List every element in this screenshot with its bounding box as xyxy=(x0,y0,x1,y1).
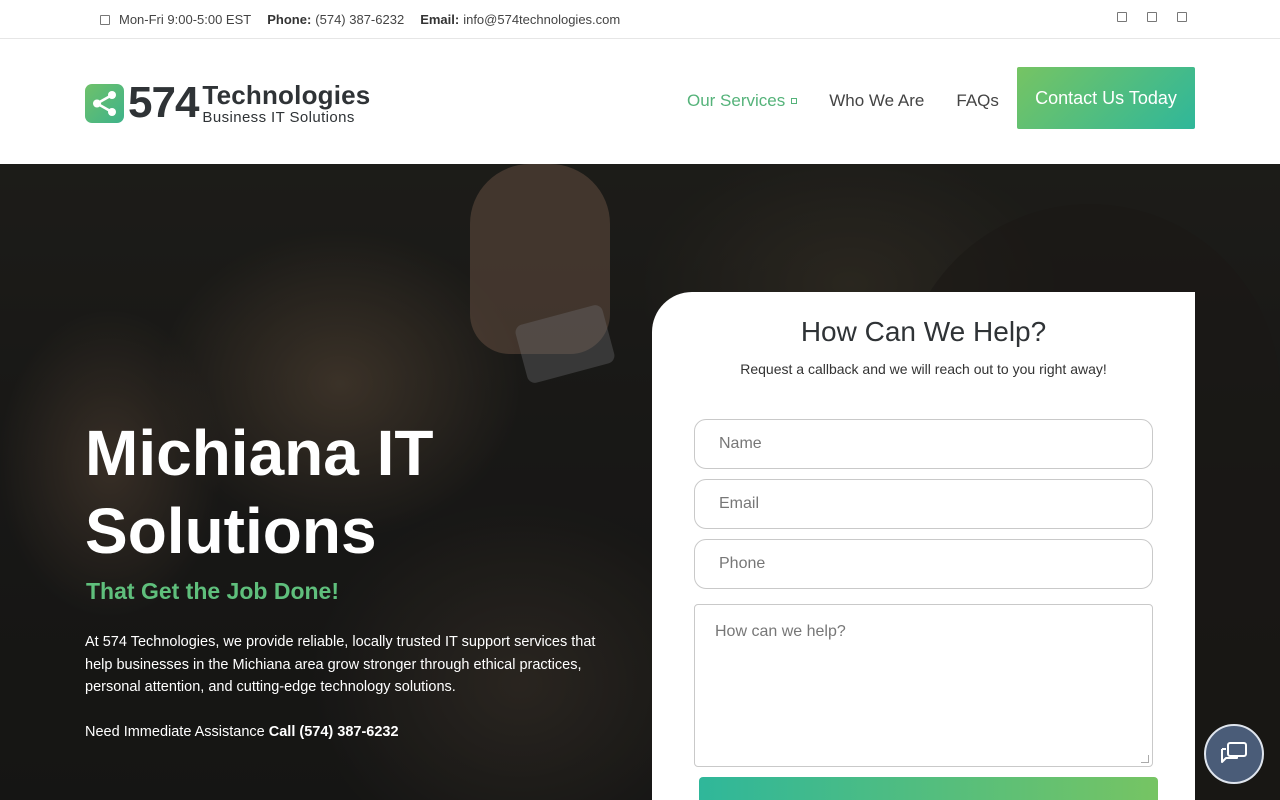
need-assistance-text: Need Immediate Assistance xyxy=(85,724,265,740)
phone-info[interactable]: Phone: (574) 387-6232 xyxy=(267,12,404,27)
logo-name: Technologies xyxy=(202,79,371,110)
call-link[interactable]: Call (574) 387-6232 xyxy=(269,724,399,740)
linkedin-icon[interactable] xyxy=(1147,12,1157,22)
share-icon xyxy=(85,83,124,123)
nav-our-services-label: Our Services xyxy=(687,91,786,110)
nav-who-we-are[interactable]: Who We Are xyxy=(829,91,924,111)
form-title: How Can We Help? xyxy=(800,316,1047,347)
logo-tagline: Business IT Solutions xyxy=(202,108,355,126)
facebook-icon[interactable] xyxy=(1117,12,1127,22)
message-placeholder: How can we help? xyxy=(715,623,846,640)
hours-text: Mon-Fri 9:00-5:00 EST xyxy=(119,12,252,27)
chat-button[interactable] xyxy=(1204,724,1264,784)
submit-button[interactable] xyxy=(699,777,1158,800)
nav-our-services[interactable]: Our Services xyxy=(687,91,798,111)
callback-form-card: How Can We Help? Request a callback and … xyxy=(652,292,1195,800)
hero-paragraph: At 574 Technologies, we provide reliable… xyxy=(85,634,596,695)
chevron-down-icon xyxy=(791,98,798,104)
clock-icon xyxy=(100,14,110,25)
phone-number[interactable]: (574) 387-6232 xyxy=(315,12,404,27)
resize-handle[interactable] xyxy=(1141,755,1149,763)
top-info-bar: Mon-Fri 9:00-5:00 EST Phone: (574) 387-6… xyxy=(0,0,1280,39)
hero-title: Michiana IT Solutions xyxy=(85,417,434,567)
name-field[interactable]: Name xyxy=(694,419,1153,469)
email-field[interactable]: Email xyxy=(694,479,1153,529)
form-subtitle: Request a callback and we will reach out… xyxy=(740,361,1107,377)
hero-tagline: That Get the Job Done! xyxy=(86,578,339,604)
hero-call-line: Need Immediate Assistance Call (574) 387… xyxy=(85,724,399,740)
chat-icon xyxy=(1221,742,1247,763)
contact-us-button[interactable]: Contact Us Today xyxy=(1017,67,1195,129)
logo-number: 574 xyxy=(128,78,199,127)
site-header: 574 Technologies Business IT Solutions O… xyxy=(0,39,1280,164)
email-label: Email: xyxy=(420,12,460,27)
email-info[interactable]: Email: info@574technologies.com xyxy=(420,12,620,27)
logo-text: Technologies Business IT Solutions xyxy=(202,82,370,125)
logo[interactable]: 574 Technologies Business IT Solutions xyxy=(85,81,370,125)
phone-label: Phone: xyxy=(267,12,312,27)
hours: Mon-Fri 9:00-5:00 EST xyxy=(100,12,251,27)
instagram-icon[interactable] xyxy=(1177,12,1187,22)
social-links xyxy=(1117,12,1187,22)
nav-faqs[interactable]: FAQs xyxy=(956,91,999,111)
message-field[interactable]: How can we help? xyxy=(694,604,1153,767)
main-nav: Our Services Who We Are FAQs xyxy=(687,91,999,111)
phone-field[interactable]: Phone xyxy=(694,539,1153,589)
email-address[interactable]: info@574technologies.com xyxy=(463,12,620,27)
contact-info: Mon-Fri 9:00-5:00 EST Phone: (574) 387-6… xyxy=(100,12,620,27)
